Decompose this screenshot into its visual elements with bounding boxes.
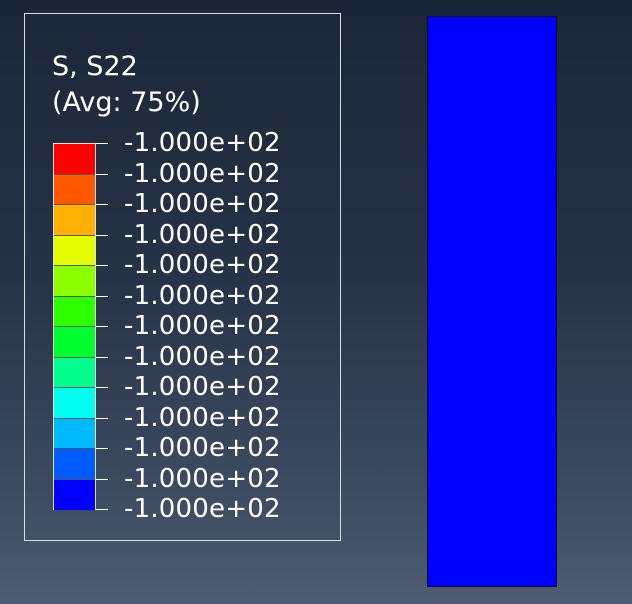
legend-tick <box>96 479 108 480</box>
legend-band <box>54 388 95 419</box>
legend-tick-label: -1.000e+02 <box>124 372 281 402</box>
legend-subtitle: (Avg: 75%) <box>52 87 201 118</box>
legend-tick <box>96 265 108 266</box>
legend-band <box>54 205 95 236</box>
color-spectrum <box>53 143 96 510</box>
legend-tick-label: -1.000e+02 <box>124 159 281 189</box>
legend-band <box>54 327 95 358</box>
legend-band <box>54 235 95 266</box>
legend-tick <box>96 448 108 449</box>
legend-tick-label: -1.000e+02 <box>124 189 281 219</box>
legend-tick-label: -1.000e+02 <box>124 494 281 524</box>
legend-band <box>54 144 95 175</box>
legend-tick <box>96 387 108 388</box>
legend-tick <box>96 418 108 419</box>
part-contour-plot[interactable] <box>427 16 557 587</box>
legend-band <box>54 357 95 388</box>
legend-tick-label: -1.000e+02 <box>124 281 281 311</box>
legend-tick <box>96 326 108 327</box>
legend-tick <box>96 296 108 297</box>
legend-tick-label: -1.000e+02 <box>124 403 281 433</box>
legend-tick-label: -1.000e+02 <box>124 220 281 250</box>
legend-tick <box>96 357 108 358</box>
legend-tick <box>96 174 108 175</box>
legend-title: S, S22 <box>52 51 138 82</box>
legend-tick-label: -1.000e+02 <box>124 128 281 158</box>
legend-band <box>54 449 95 480</box>
legend-tick <box>96 143 108 144</box>
legend-band <box>54 479 95 510</box>
legend-band <box>54 174 95 205</box>
legend-tick-label: -1.000e+02 <box>124 433 281 463</box>
legend-tick <box>96 204 108 205</box>
legend-band <box>54 266 95 297</box>
legend-band <box>54 296 95 327</box>
legend-tick <box>96 509 108 510</box>
legend-tick-label: -1.000e+02 <box>124 250 281 280</box>
legend-band <box>54 418 95 449</box>
legend-tick-label: -1.000e+02 <box>124 311 281 341</box>
legend-tick-label: -1.000e+02 <box>124 342 281 372</box>
legend-tick <box>96 235 108 236</box>
legend-tick-label: -1.000e+02 <box>124 464 281 494</box>
